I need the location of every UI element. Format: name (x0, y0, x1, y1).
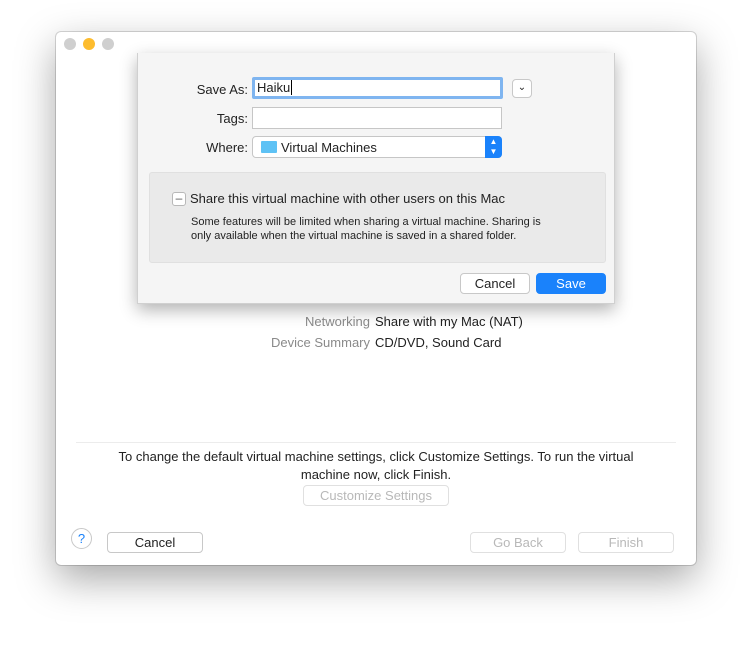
save-button[interactable]: Save (536, 273, 606, 294)
folder-icon (261, 141, 277, 153)
updown-chevron-icon: ▲ ▼ (485, 136, 502, 158)
save-sheet: Save As: Haiku ⌄ Tags: Where: Virtual Ma… (137, 53, 615, 304)
save-as-input[interactable]: Haiku (252, 77, 503, 99)
tags-label: Tags: (216, 111, 248, 126)
sheet-cancel-button[interactable]: Cancel (460, 273, 530, 294)
where-select[interactable]: Virtual Machines ▲ ▼ (252, 136, 502, 158)
where-value: Virtual Machines (281, 140, 377, 155)
summary-label-devices: Device Summary (271, 335, 370, 350)
customize-settings-button[interactable]: Customize Settings (303, 485, 449, 506)
share-label: Share this virtual machine with other us… (190, 191, 506, 206)
where-label: Where: (206, 140, 248, 155)
close-button[interactable] (64, 38, 76, 50)
finish-button[interactable]: Finish (578, 532, 674, 553)
share-checkbox[interactable]: – (172, 192, 186, 206)
info-text: To change the default virtual machine se… (118, 449, 634, 482)
save-as-value: Haiku (257, 80, 291, 95)
minimize-button[interactable] (83, 38, 95, 50)
divider (76, 442, 676, 443)
save-as-label: Save As: (196, 82, 248, 97)
expand-button[interactable]: ⌄ (512, 79, 532, 98)
summary-value-devices: CD/DVD, Sound Card (375, 335, 502, 350)
tags-input[interactable] (252, 107, 502, 129)
go-back-button[interactable]: Go Back (470, 532, 566, 553)
summary-value-networking: Share with my Mac (NAT) (375, 314, 523, 329)
help-button[interactable]: ? (71, 528, 92, 549)
cancel-button[interactable]: Cancel (107, 532, 203, 553)
summary-label-networking: Networking (304, 314, 370, 329)
zoom-button[interactable] (102, 38, 114, 50)
share-note: Some features will be limited when shari… (191, 216, 541, 242)
chevron-down-icon: ⌄ (517, 82, 527, 93)
sharing-panel: – Share this virtual machine with other … (149, 172, 606, 263)
